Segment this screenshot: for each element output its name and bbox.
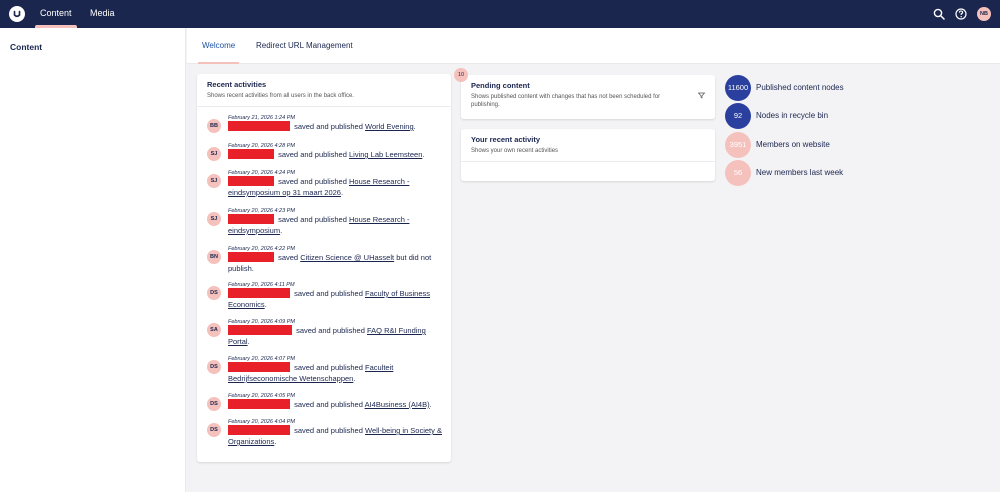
activity-action: saved and published: [294, 122, 363, 131]
nav-media[interactable]: Media: [90, 0, 115, 28]
activity-suffix: .: [413, 122, 416, 131]
sidebar: Content: [0, 28, 186, 492]
help-icon[interactable]: [955, 8, 967, 20]
activity-text: saved and published AI4Business (AI4B).: [228, 399, 443, 410]
user-avatar[interactable]: NB: [977, 7, 991, 21]
redacted-name: [228, 399, 290, 409]
activity-text: saved and published FAQ R&I Funding Port…: [228, 325, 443, 347]
search-icon[interactable]: [933, 8, 945, 20]
tab-redirect-url-management[interactable]: Redirect URL Management: [256, 28, 353, 64]
pending-count-badge: 10: [454, 68, 468, 82]
redacted-name: [228, 288, 290, 298]
redacted-name: [228, 176, 274, 186]
sidebar-title[interactable]: Content: [10, 42, 42, 52]
user-avatar: SJ: [207, 174, 221, 188]
activity-action: saved and published: [294, 289, 363, 298]
top-bar: Content Media NB: [0, 0, 1000, 28]
activity-link[interactable]: World Evening: [365, 122, 414, 131]
activity-suffix: .: [422, 150, 425, 159]
your-recent-activity-header: Your recent activity Shows your own rece…: [461, 129, 715, 163]
stat-value: 3951: [725, 132, 751, 158]
activity-text: saved and published House Research - ein…: [228, 214, 443, 236]
redacted-name: [228, 214, 274, 224]
user-avatar: DS: [207, 423, 221, 437]
umbraco-logo-icon[interactable]: [9, 6, 25, 22]
pending-content-title: Pending content: [471, 81, 530, 90]
activity-suffix: .: [280, 226, 283, 235]
stat-value: 11600: [725, 75, 751, 101]
redacted-name: [228, 425, 290, 435]
stat-label: Members on website: [756, 140, 830, 149]
activity-text: saved and published Faculteit Bedrijfsec…: [228, 362, 443, 384]
activity-action: saved and published: [278, 177, 347, 186]
redacted-name: [228, 252, 274, 262]
pending-content-card[interactable]: Pending content Shows published content …: [461, 75, 715, 119]
activity-suffix: .: [340, 188, 344, 197]
user-avatar: BN: [207, 250, 221, 264]
stat-value: 92: [725, 103, 751, 129]
activity-link[interactable]: Living Lab Leemsteen: [349, 150, 422, 159]
stat-label: Published content nodes: [756, 83, 844, 92]
activity-text: saved and published House Research - ein…: [228, 176, 443, 198]
user-avatar: BB: [207, 119, 221, 133]
activity-suffix: .: [247, 337, 250, 346]
your-recent-activity-card: Your recent activity Shows your own rece…: [461, 129, 715, 181]
redacted-name: [228, 325, 292, 335]
activity-action: saved and published: [294, 363, 363, 372]
recent-activities-title: Recent activities: [207, 80, 267, 89]
your-recent-activity-subtitle: Shows your own recent activities: [471, 148, 559, 154]
activity-suffix: .: [429, 400, 432, 409]
activity-suffix: .: [264, 300, 267, 309]
activity-text: saved Citizen Science @ UHasselt but did…: [228, 252, 443, 274]
stat-value: 56: [725, 160, 751, 186]
user-avatar: SJ: [207, 147, 221, 161]
activity-action: saved and published: [294, 400, 363, 409]
activity-action: saved and published: [278, 150, 347, 159]
user-avatar: SA: [207, 323, 221, 337]
redacted-name: [228, 121, 290, 131]
user-avatar: SJ: [207, 212, 221, 226]
activity-action: saved and published: [278, 215, 347, 224]
tab-welcome[interactable]: Welcome: [197, 28, 240, 64]
filter-icon[interactable]: [698, 92, 705, 99]
activity-text: saved and published Faculty of Business …: [228, 288, 443, 310]
activity-suffix: .: [353, 374, 356, 383]
recent-activities-subtitle: Shows recent activities from all users i…: [207, 93, 354, 99]
activity-link[interactable]: AI4Business (AI4B): [365, 400, 430, 409]
user-avatar: DS: [207, 286, 221, 300]
nav-content[interactable]: Content: [35, 0, 76, 28]
recent-activities-card: Recent activities Shows recent activitie…: [197, 74, 451, 462]
user-avatar: DS: [207, 360, 221, 374]
activity-text: saved and published Well-being in Societ…: [228, 425, 443, 447]
activity-action: saved and published: [296, 326, 365, 335]
activity-text: saved and published World Evening.: [228, 121, 443, 132]
activity-link[interactable]: Citizen Science @ UHasselt: [300, 253, 394, 262]
dashboard-tabs: Welcome Redirect URL Management: [187, 28, 1000, 64]
activity-text: saved and published Living Lab Leemsteen…: [228, 149, 443, 160]
stat-label: New members last week: [756, 168, 844, 177]
your-recent-activity-title: Your recent activity: [471, 135, 541, 144]
activity-action: saved and published: [294, 426, 363, 435]
recent-activities-header: Recent activities Shows recent activitie…: [197, 74, 451, 108]
stat-label: Nodes in recycle bin: [756, 111, 829, 120]
redacted-name: [228, 149, 274, 159]
activity-action: saved: [278, 253, 299, 262]
pending-content-header: Pending content Shows published content …: [461, 75, 715, 115]
activity-suffix: .: [274, 437, 277, 446]
user-avatar: DS: [207, 397, 221, 411]
pending-content-subtitle: Shows published content with changes tha…: [471, 94, 661, 109]
redacted-name: [228, 362, 290, 372]
